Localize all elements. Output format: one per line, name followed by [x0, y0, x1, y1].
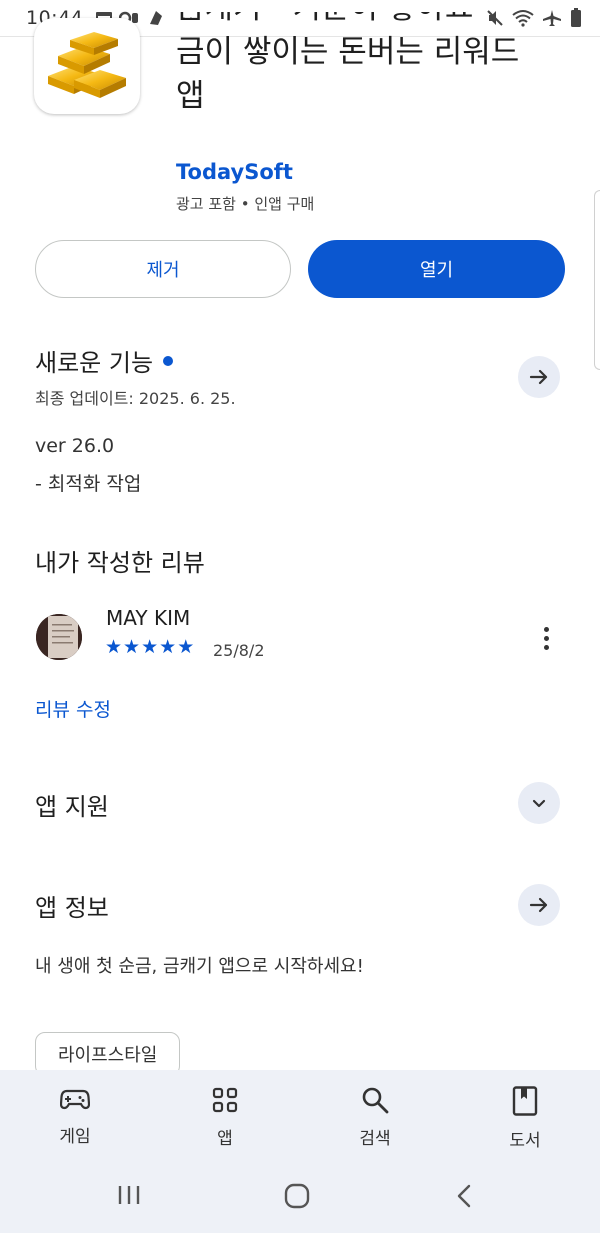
last-updated: 최종 업데이트: 2025. 6. 25.: [35, 389, 236, 408]
remove-button[interactable]: 제거: [35, 240, 291, 298]
battery-icon: [571, 8, 581, 27]
star-icon: ★: [159, 636, 177, 658]
whats-new-title: 새로운 기능: [35, 349, 154, 377]
nav-label-apps: 앱: [217, 1129, 233, 1149]
more-vert-icon: [543, 626, 549, 632]
nav-label-search: 검색: [359, 1129, 391, 1149]
star-icon: ★: [177, 636, 195, 658]
nav-label-books: 도서: [509, 1131, 541, 1151]
version-text: ver 26.0: [35, 435, 115, 457]
star-icon: ★: [141, 636, 159, 658]
system-navigation-bar: [0, 1165, 600, 1233]
release-notes: - 최적화 작업: [35, 473, 142, 495]
apps-grid-icon: [212, 1087, 238, 1113]
recents-icon: [118, 1186, 140, 1204]
home-icon: [284, 1183, 310, 1209]
app-support-expand-button[interactable]: [518, 782, 560, 824]
avatar: [36, 614, 82, 660]
bottom-navigation: 게임 앱 검색 도서: [0, 1070, 600, 1165]
nav-item-search[interactable]: 검색: [300, 1070, 450, 1165]
app-icon: [34, 18, 140, 114]
nav-item-games[interactable]: 게임: [0, 1070, 150, 1165]
arrow-right-icon: [529, 369, 548, 385]
star-icon: ★: [105, 636, 123, 658]
app-title-line1: 금캐기 - 기분이 좋아요: [176, 12, 566, 30]
search-icon: [362, 1087, 389, 1114]
more-options-button[interactable]: [530, 620, 562, 656]
reviewer-name: MAY KIM: [106, 606, 191, 630]
app-title: 금캐기 - 기분이 좋아요 금이 쌓이는 돈버는 리워드 앱: [176, 12, 566, 154]
app-description: 내 생애 첫 순금, 금캐기 앱으로 시작하세요!: [35, 956, 364, 977]
app-support-heading: 앱 지원: [35, 793, 109, 821]
arrow-right-icon: [529, 897, 548, 913]
home-button[interactable]: [284, 1183, 310, 1213]
book-icon: [512, 1086, 538, 1116]
whats-new-heading: 새로운 기능: [35, 343, 174, 378]
open-button[interactable]: 열기: [308, 240, 565, 298]
app-meta: 광고 포함 • 인앱 구매: [176, 195, 315, 213]
review-date: 25/8/2: [213, 641, 265, 660]
back-chevron-icon: [457, 1184, 471, 1208]
app-title-line2: 금이 쌓이는 돈버는 리워드: [176, 34, 520, 70]
app-title-line3: 앱: [176, 78, 205, 114]
star-icon: ★: [123, 636, 141, 658]
new-indicator-dot: [163, 356, 174, 366]
edit-review-link[interactable]: 리뷰 수정: [35, 695, 111, 722]
developer-link[interactable]: TodaySoft: [176, 160, 293, 184]
whats-new-arrow-button[interactable]: [518, 356, 560, 398]
nav-item-apps[interactable]: 앱: [150, 1070, 300, 1165]
app-info-arrow-button[interactable]: [518, 884, 560, 926]
app-info-heading: 앱 정보: [35, 894, 109, 922]
gamepad-icon: [60, 1089, 90, 1110]
gold-bars-icon: [48, 32, 126, 98]
recent-apps-button[interactable]: [116, 1183, 142, 1211]
back-button[interactable]: [453, 1183, 475, 1213]
nav-item-books[interactable]: 도서: [450, 1070, 600, 1165]
nav-label-games: 게임: [59, 1127, 91, 1147]
app-notification-icon: [150, 11, 163, 25]
chevron-down-icon: [532, 799, 546, 808]
my-review-heading: 내가 작성한 리뷰: [35, 549, 205, 577]
star-rating: ★ ★ ★ ★ ★: [105, 636, 194, 658]
scroll-indicator: [594, 190, 600, 370]
